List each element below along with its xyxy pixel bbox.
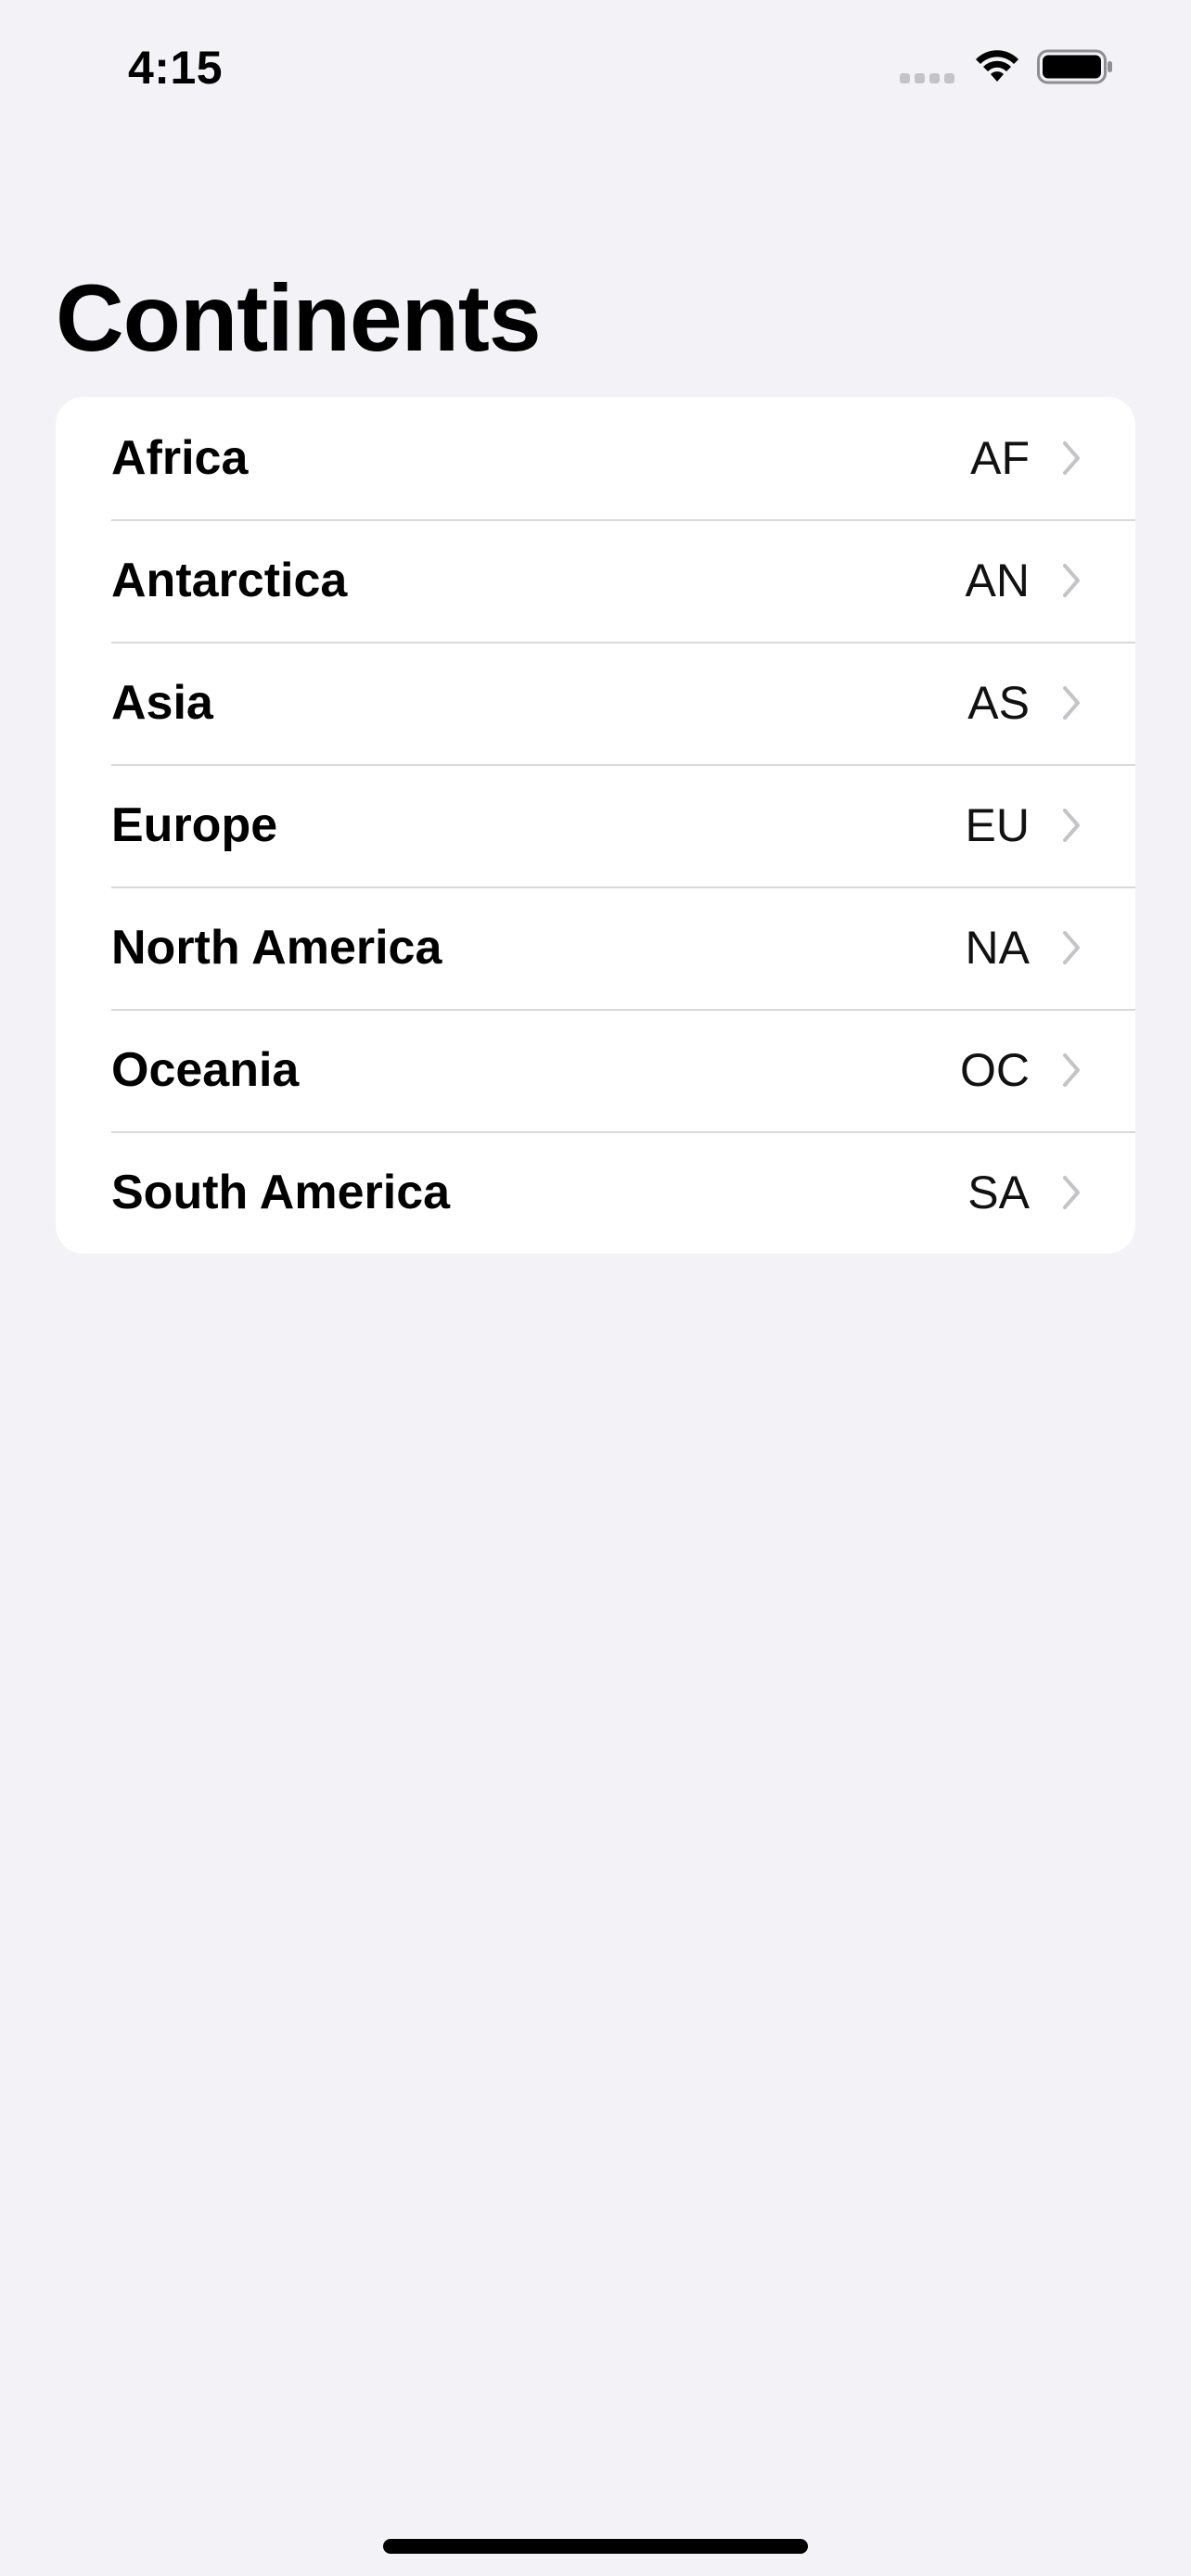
cellular-signal-icon bbox=[900, 72, 957, 83]
continent-name: Oceania bbox=[111, 1043, 300, 1097]
chevron-right-icon bbox=[1063, 1053, 1080, 1087]
chevron-right-icon bbox=[1063, 931, 1080, 964]
list-item-north-america[interactable]: North America NA bbox=[56, 886, 1135, 1009]
continent-name: South America bbox=[111, 1166, 451, 1219]
page-title: Continents bbox=[56, 265, 542, 371]
continent-name: Europe bbox=[111, 798, 278, 852]
continent-code: AS bbox=[967, 677, 1030, 729]
continent-name: Africa bbox=[111, 431, 249, 485]
continent-code: SA bbox=[967, 1167, 1030, 1218]
continent-name: Antarctica bbox=[111, 554, 348, 607]
chevron-right-icon bbox=[1063, 1176, 1080, 1209]
chevron-right-icon bbox=[1063, 441, 1080, 475]
chevron-right-icon bbox=[1063, 809, 1080, 842]
continent-code: EU bbox=[965, 799, 1030, 851]
list-item-asia[interactable]: Asia AS bbox=[56, 642, 1135, 764]
continent-code: NA bbox=[965, 922, 1030, 974]
status-bar: 4:15 bbox=[0, 0, 1191, 139]
continent-name: Asia bbox=[111, 676, 213, 730]
list-item-antarctica[interactable]: Antarctica AN bbox=[56, 519, 1135, 642]
continents-list: Africa AF Antarctica AN Asia AS Europe E… bbox=[56, 397, 1135, 1254]
continent-name: North America bbox=[111, 921, 442, 975]
continent-code: AN bbox=[965, 555, 1030, 606]
wifi-icon bbox=[976, 50, 1018, 82]
list-item-europe[interactable]: Europe EU bbox=[56, 764, 1135, 886]
list-item-south-america[interactable]: South America SA bbox=[56, 1131, 1135, 1254]
continent-code: AF bbox=[970, 432, 1030, 484]
continent-code: OC bbox=[960, 1044, 1030, 1096]
chevron-right-icon bbox=[1063, 564, 1080, 597]
list-item-africa[interactable]: Africa AF bbox=[56, 397, 1135, 519]
status-time: 4:15 bbox=[128, 42, 224, 94]
battery-icon bbox=[1037, 49, 1112, 84]
chevron-right-icon bbox=[1063, 686, 1080, 720]
list-item-oceania[interactable]: Oceania OC bbox=[56, 1009, 1135, 1131]
home-indicator[interactable] bbox=[383, 2539, 808, 2554]
